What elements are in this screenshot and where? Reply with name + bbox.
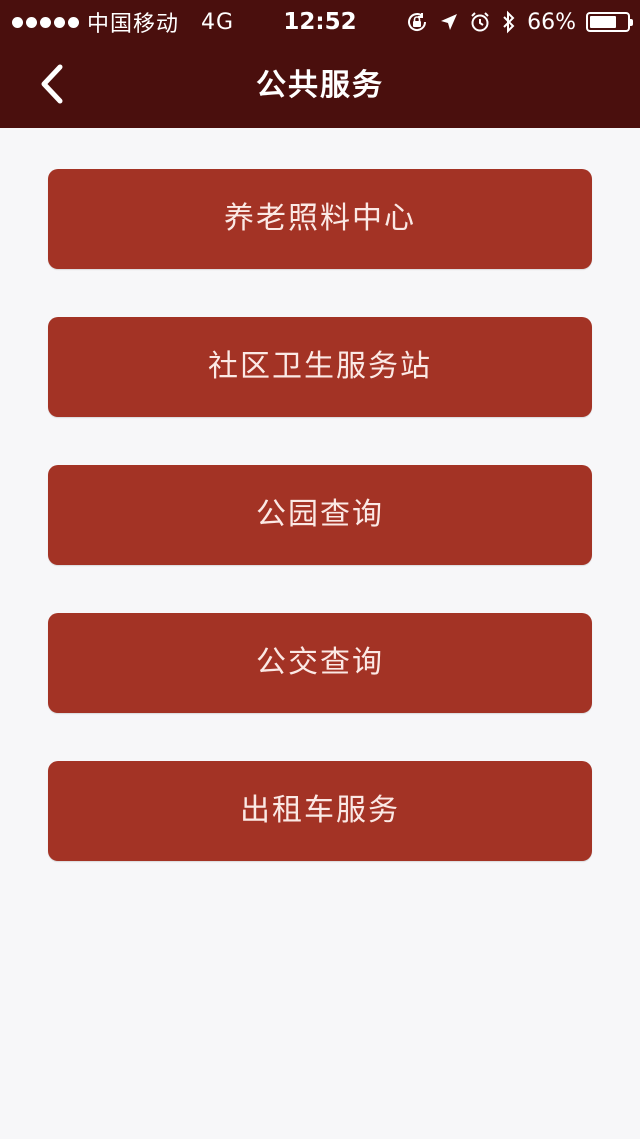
orientation-lock-icon xyxy=(405,10,429,34)
bus-query-button[interactable]: 公交查询 xyxy=(48,613,592,713)
elderly-care-center-button[interactable]: 养老照料中心 xyxy=(48,169,592,269)
network-type: 4G xyxy=(201,9,235,35)
park-query-button[interactable]: 公园查询 xyxy=(48,465,592,565)
battery-icon xyxy=(586,12,633,32)
status-right: 66% xyxy=(405,8,633,36)
taxi-service-button[interactable]: 出租车服务 xyxy=(48,761,592,861)
back-button[interactable] xyxy=(28,60,76,112)
carrier-name: 中国移动 xyxy=(87,12,180,37)
status-left: 中国移动 4G xyxy=(12,8,235,37)
service-menu: 养老照料中心 社区卫生服务站 公园查询 公交查询 出租车服务 xyxy=(48,169,592,909)
location-arrow-icon xyxy=(439,12,459,32)
community-health-station-button[interactable]: 社区卫生服务站 xyxy=(48,317,592,417)
signal-dots-icon xyxy=(12,16,79,28)
battery-percent: 66% xyxy=(527,9,576,35)
app-header: 中国移动 4G 12:52 66% 公共服务 xyxy=(0,0,640,128)
bluetooth-icon xyxy=(501,10,517,34)
chevron-left-icon xyxy=(38,64,66,108)
nav-bar: 公共服务 xyxy=(0,44,640,128)
status-bar: 中国移动 4G 12:52 66% xyxy=(0,0,640,44)
page-title: 公共服务 xyxy=(256,68,384,103)
alarm-icon xyxy=(469,11,491,33)
battery-fill xyxy=(590,16,617,28)
